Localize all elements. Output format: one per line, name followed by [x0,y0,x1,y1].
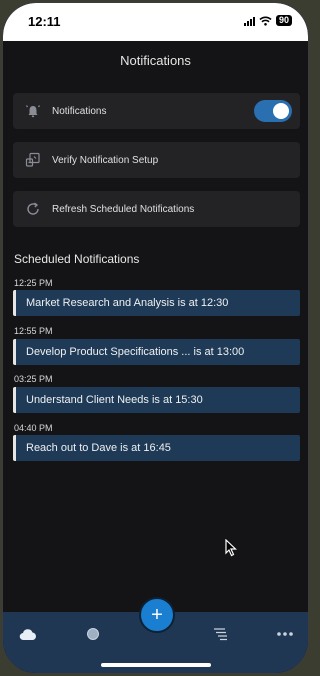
notifications-toggle-row[interactable]: Notifications [13,93,300,129]
page-title: Notifications [120,53,191,68]
circle-icon [87,628,99,640]
list-icon [214,628,227,641]
status-time: 12:11 [28,14,61,29]
mouse-pointer-icon [225,539,237,557]
more-icon [277,632,293,636]
tab-more[interactable] [275,626,295,642]
battery-icon: 90 [275,15,292,26]
toggle-knob [273,103,289,119]
signal-icon [243,16,255,26]
notification-time: 04:40 PM [14,423,53,433]
verify-setup-icon [25,152,40,167]
notification-time: 12:25 PM [14,278,53,288]
notification-item[interactable]: Reach out to Dave is at 16:45 [13,435,300,461]
status-bar: 12:11 90 [3,3,308,41]
refresh-icon [27,202,39,215]
refresh-label: Refresh Scheduled Notifications [52,203,195,215]
verify-notification-setup-button[interactable]: Verify Notification Setup [13,142,300,178]
status-icons: 90 [243,15,292,26]
home-indicator [101,663,211,667]
wifi-icon [259,16,272,26]
verify-label: Verify Notification Setup [52,154,159,166]
scheduled-notifications-title: Scheduled Notifications [14,252,140,266]
phone-screen: 12:11 90 Notifications Notifications Ver… [2,2,309,674]
tab-circle[interactable] [83,626,103,642]
notification-item[interactable]: Develop Product Specifications ... is at… [13,339,300,365]
notification-item[interactable]: Market Research and Analysis is at 12:30 [13,290,300,316]
add-button[interactable]: + [139,597,175,633]
bell-alert-icon [26,105,40,118]
notifications-label: Notifications [52,105,107,117]
refresh-scheduled-notifications-button[interactable]: Refresh Scheduled Notifications [13,191,300,227]
notification-time: 03:25 PM [14,374,53,384]
tab-cloud[interactable] [18,626,38,642]
cloud-icon [19,628,36,640]
notification-time: 12:55 PM [14,326,53,336]
notification-item[interactable]: Understand Client Needs is at 15:30 [13,387,300,413]
tab-list[interactable] [211,626,231,642]
notifications-toggle[interactable] [254,100,292,122]
